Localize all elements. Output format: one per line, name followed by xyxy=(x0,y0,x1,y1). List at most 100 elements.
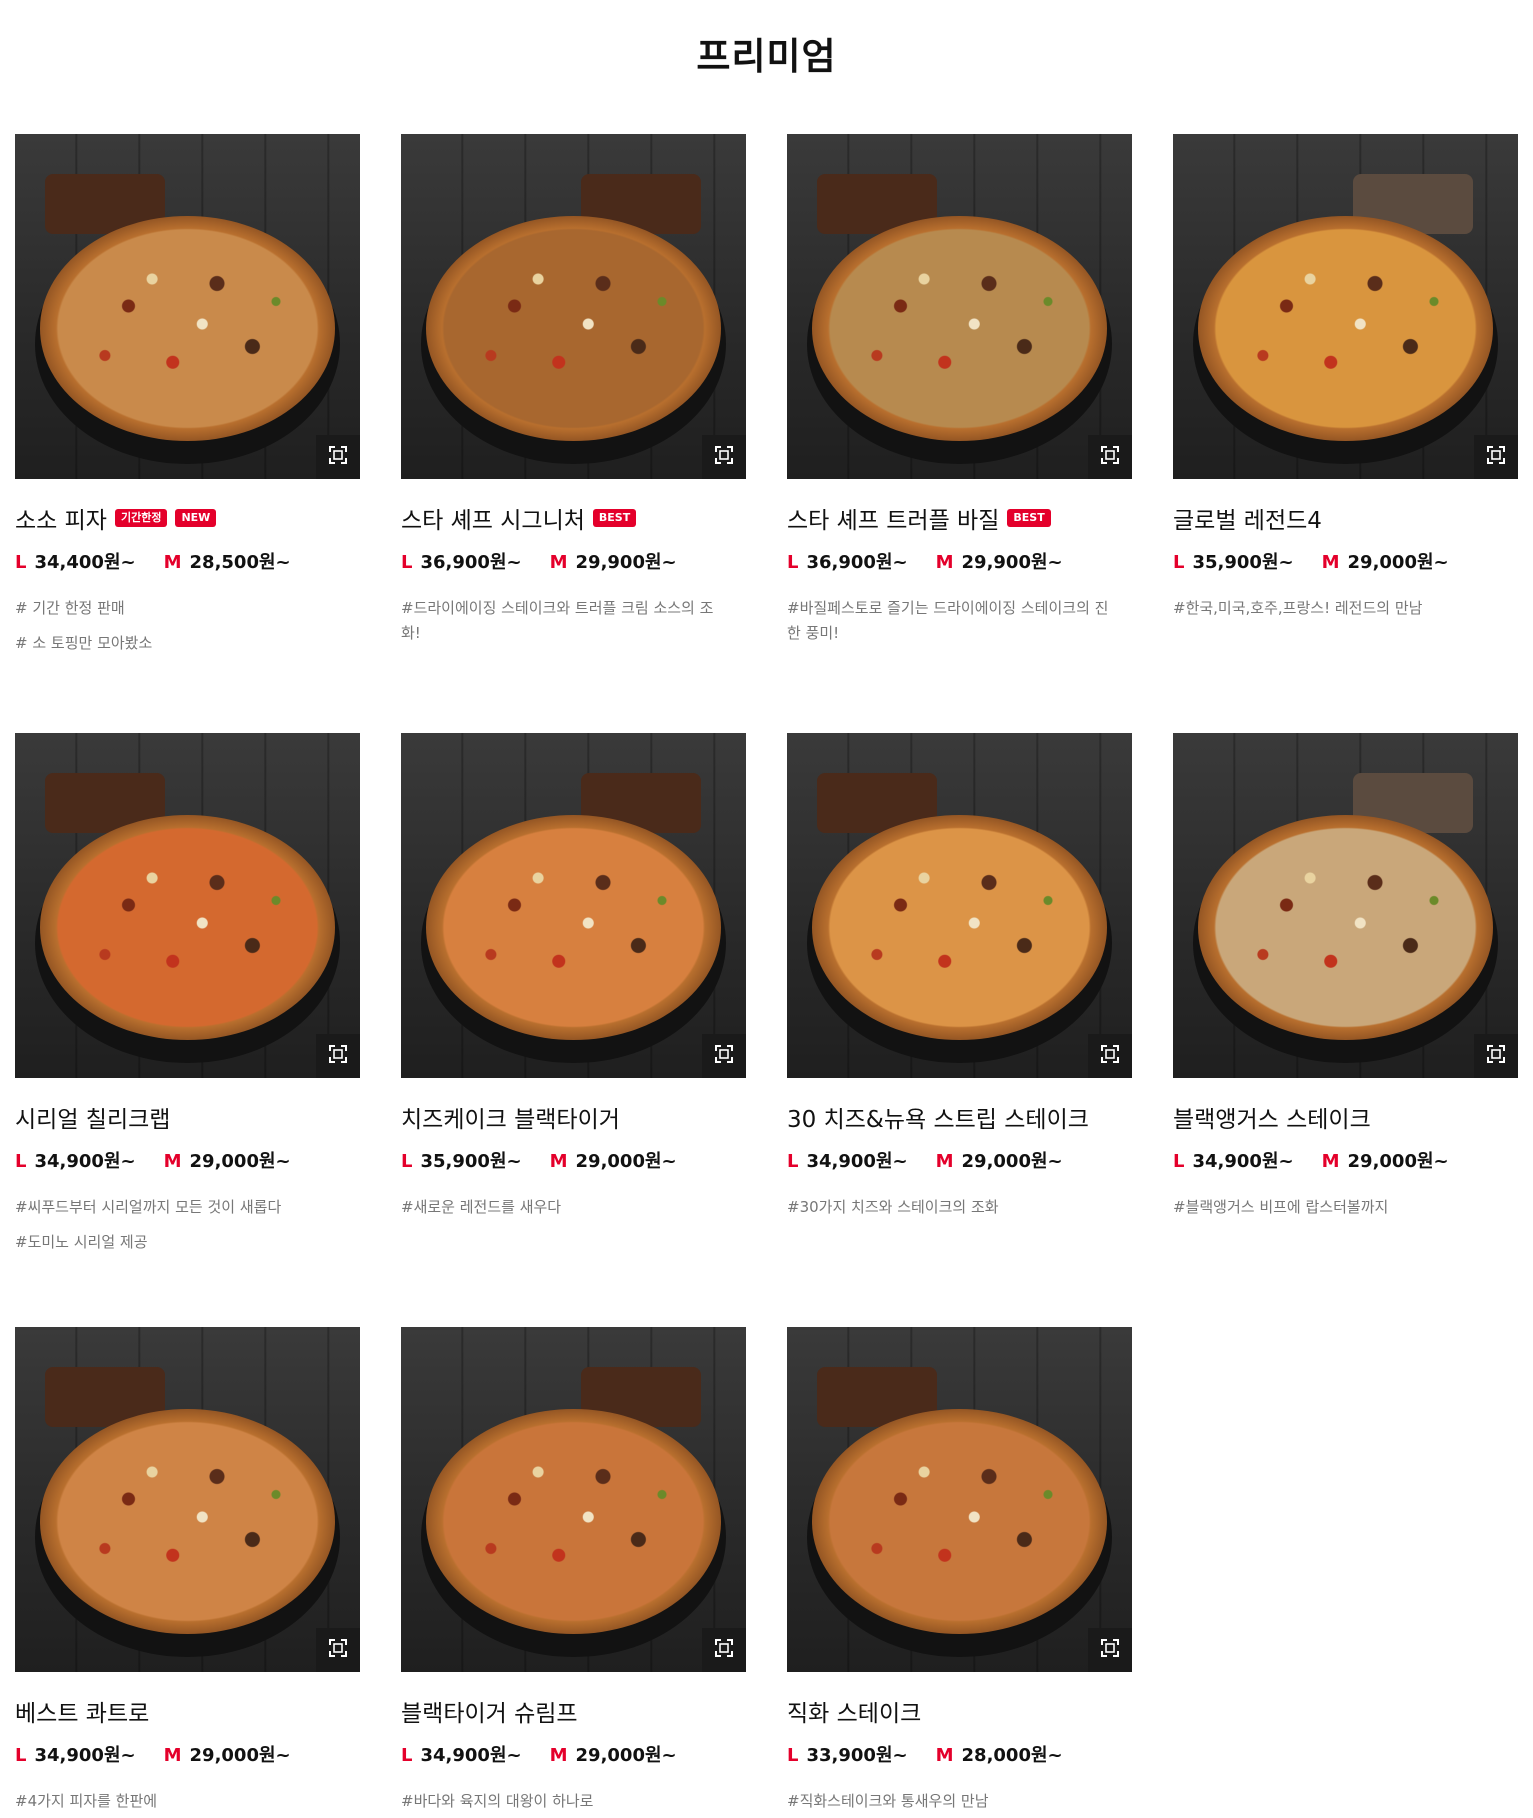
price-row: L 33,900원~ M 28,000원~ xyxy=(787,1741,1063,1767)
size-l-label: L xyxy=(15,552,27,573)
product-name-row[interactable]: 직화 스테이크 xyxy=(787,1695,921,1727)
price-row: L 35,900원~ M 29,000원~ xyxy=(401,1147,677,1173)
hashtag-list: #바다와 육지의 대왕이 하나로 xyxy=(401,1789,731,1818)
price-row: L 36,900원~ M 29,900원~ xyxy=(401,548,677,574)
hashtag-list: #드라이에이징 스테이크와 트러플 크림 소스의 조화! xyxy=(401,596,731,646)
price-row: L 35,900원~ M 29,000원~ xyxy=(1173,548,1449,574)
product-name[interactable]: 블랙앵거스 스테이크 xyxy=(1173,1100,1371,1134)
price-large: L 35,900원~ xyxy=(1173,552,1294,573)
price-large: L 36,900원~ xyxy=(401,552,522,573)
hashtag: # 소 토핑만 모아봤소 xyxy=(15,634,153,652)
size-m-label: M xyxy=(935,1745,954,1766)
product-image[interactable] xyxy=(1173,733,1518,1078)
product-name[interactable]: 소소 피자 xyxy=(15,501,107,535)
product-card[interactable]: 블랙앵거스 스테이크 L 34,900원~ M 29,000원~ #블랙앵거스 비프… xyxy=(1173,733,1518,1216)
expand-icon xyxy=(328,445,348,469)
zoom-button[interactable] xyxy=(702,1034,746,1078)
product-image[interactable] xyxy=(401,134,746,479)
product-image[interactable] xyxy=(401,733,746,1078)
hashtag: #직화스테이크와 통새우의 만남 xyxy=(787,1792,989,1810)
expand-icon xyxy=(328,1638,348,1662)
size-m-label: M xyxy=(163,552,182,573)
product-name-row[interactable]: 블랙앵거스 스테이크 xyxy=(1173,1101,1371,1133)
zoom-button[interactable] xyxy=(1088,1628,1132,1672)
product-image[interactable] xyxy=(15,134,360,479)
product-name[interactable]: 베스트 콰트로 xyxy=(15,1694,149,1728)
product-name[interactable]: 스타 셰프 시그니처 xyxy=(401,501,585,535)
hashtag: #새로운 레전드를 새우다 xyxy=(401,1198,562,1216)
product-name-row[interactable]: 블랙타이거 슈림프 xyxy=(401,1695,578,1727)
size-l-label: L xyxy=(1173,1151,1185,1172)
zoom-button[interactable] xyxy=(316,1034,360,1078)
product-image[interactable] xyxy=(787,733,1132,1078)
product-name-row[interactable]: 베스트 콰트로 xyxy=(15,1695,149,1727)
expand-icon xyxy=(714,1044,734,1068)
zoom-button[interactable] xyxy=(316,435,360,479)
product-card[interactable]: 블랙타이거 슈림프 L 34,900원~ M 29,000원~ #바다와 육지의 대… xyxy=(401,1327,746,1810)
product-name-row[interactable]: 치즈케이크 블랙타이거 xyxy=(401,1101,620,1133)
product-name-row[interactable]: 시리얼 칠리크랩 xyxy=(15,1101,170,1133)
zoom-button[interactable] xyxy=(1474,435,1518,479)
price-medium: M 29,900원~ xyxy=(549,552,677,573)
product-card[interactable]: 30 치즈&뉴욕 스트립 스테이크 L 34,900원~ M 29,000원~ #3… xyxy=(787,733,1132,1216)
product-card[interactable]: 직화 스테이크 L 33,900원~ M 28,000원~ #직화스테이크와 통새우… xyxy=(787,1327,1132,1810)
zoom-button[interactable] xyxy=(1088,1034,1132,1078)
hashtag-list: #30가지 치즈와 스테이크의 조화 xyxy=(787,1195,1117,1230)
product-name-row[interactable]: 스타 셰프 트러플 바질 BEST xyxy=(787,502,1051,534)
product-name[interactable]: 치즈케이크 블랙타이거 xyxy=(401,1100,620,1134)
zoom-button[interactable] xyxy=(316,1628,360,1672)
product-grid: 소소 피자 기간한정 NEW L 34,400원~ M 28,500원~ # 기간 한… xyxy=(0,0,1533,1818)
product-image[interactable] xyxy=(787,134,1132,479)
size-l-label: L xyxy=(15,1745,27,1766)
product-image[interactable] xyxy=(15,733,360,1078)
product-name-row[interactable]: 소소 피자 기간한정 NEW xyxy=(15,501,217,535)
price-row: L 34,900원~ M 29,000원~ xyxy=(1173,1147,1449,1173)
product-name[interactable]: 시리얼 칠리크랩 xyxy=(15,1100,170,1134)
product-image[interactable] xyxy=(787,1327,1132,1672)
pizza xyxy=(1198,216,1493,441)
price-medium: M 29,000원~ xyxy=(549,1745,677,1766)
expand-icon xyxy=(1100,445,1120,469)
price-large: L 35,900원~ xyxy=(401,1151,522,1172)
product-name[interactable]: 30 치즈&뉴욕 스트립 스테이크 xyxy=(787,1100,1089,1134)
size-l-label: L xyxy=(401,1745,413,1766)
product-card[interactable]: 소소 피자 기간한정 NEW L 34,400원~ M 28,500원~ # 기간 한… xyxy=(15,134,360,652)
expand-icon xyxy=(714,1638,734,1662)
pizza xyxy=(812,815,1107,1040)
product-name[interactable]: 스타 셰프 트러플 바질 xyxy=(787,501,999,535)
product-card[interactable]: 글로벌 레전드4 L 35,900원~ M 29,000원~ #한국,미국,호주,프… xyxy=(1173,134,1518,617)
product-name[interactable]: 글로벌 레전드4 xyxy=(1173,501,1322,535)
price-row: L 34,900원~ M 29,000원~ xyxy=(15,1147,291,1173)
pizza xyxy=(40,815,335,1040)
product-name-row[interactable]: 30 치즈&뉴욕 스트립 스테이크 xyxy=(787,1101,1089,1133)
product-image[interactable] xyxy=(1173,134,1518,479)
size-m-label: M xyxy=(163,1151,182,1172)
product-card[interactable]: 시리얼 칠리크랩 L 34,900원~ M 29,000원~ #씨푸드부터 시리얼까… xyxy=(15,733,360,1251)
zoom-button[interactable] xyxy=(1088,435,1132,479)
product-card[interactable]: 스타 셰프 트러플 바질 BEST L 36,900원~ M 29,900원~ #바… xyxy=(787,134,1132,642)
product-name[interactable]: 직화 스테이크 xyxy=(787,1694,921,1728)
hashtag: #블랙앵거스 비프에 랍스터볼까지 xyxy=(1173,1198,1389,1216)
price-medium: M 29,000원~ xyxy=(935,1151,1063,1172)
price-row: L 34,900원~ M 29,000원~ xyxy=(787,1147,1063,1173)
zoom-button[interactable] xyxy=(702,435,746,479)
hashtag-list: #직화스테이크와 통새우의 만남 xyxy=(787,1789,1117,1818)
size-l-label: L xyxy=(401,1151,413,1172)
product-name-row[interactable]: 글로벌 레전드4 xyxy=(1173,502,1322,534)
product-name-row[interactable]: 스타 셰프 시그니처 BEST xyxy=(401,501,637,535)
size-l-label: L xyxy=(401,552,413,573)
size-m-label: M xyxy=(1321,1151,1340,1172)
product-card[interactable]: 베스트 콰트로 L 34,900원~ M 29,000원~ #4가지 피자를 한판에 xyxy=(15,1327,360,1810)
expand-icon xyxy=(1486,445,1506,469)
product-card[interactable]: 치즈케이크 블랙타이거 L 35,900원~ M 29,000원~ #새로운 레전드… xyxy=(401,733,746,1216)
price-large: L 34,900원~ xyxy=(787,1151,908,1172)
product-image[interactable] xyxy=(401,1327,746,1672)
pizza xyxy=(1198,815,1493,1040)
product-name[interactable]: 블랙타이거 슈림프 xyxy=(401,1694,578,1728)
product-image[interactable] xyxy=(15,1327,360,1672)
zoom-button[interactable] xyxy=(702,1628,746,1672)
zoom-button[interactable] xyxy=(1474,1034,1518,1078)
price-large: L 36,900원~ xyxy=(787,552,908,573)
product-card[interactable]: 스타 셰프 시그니처 BEST L 36,900원~ M 29,900원~ #드라이… xyxy=(401,134,746,642)
price-medium: M 28,000원~ xyxy=(935,1745,1063,1766)
